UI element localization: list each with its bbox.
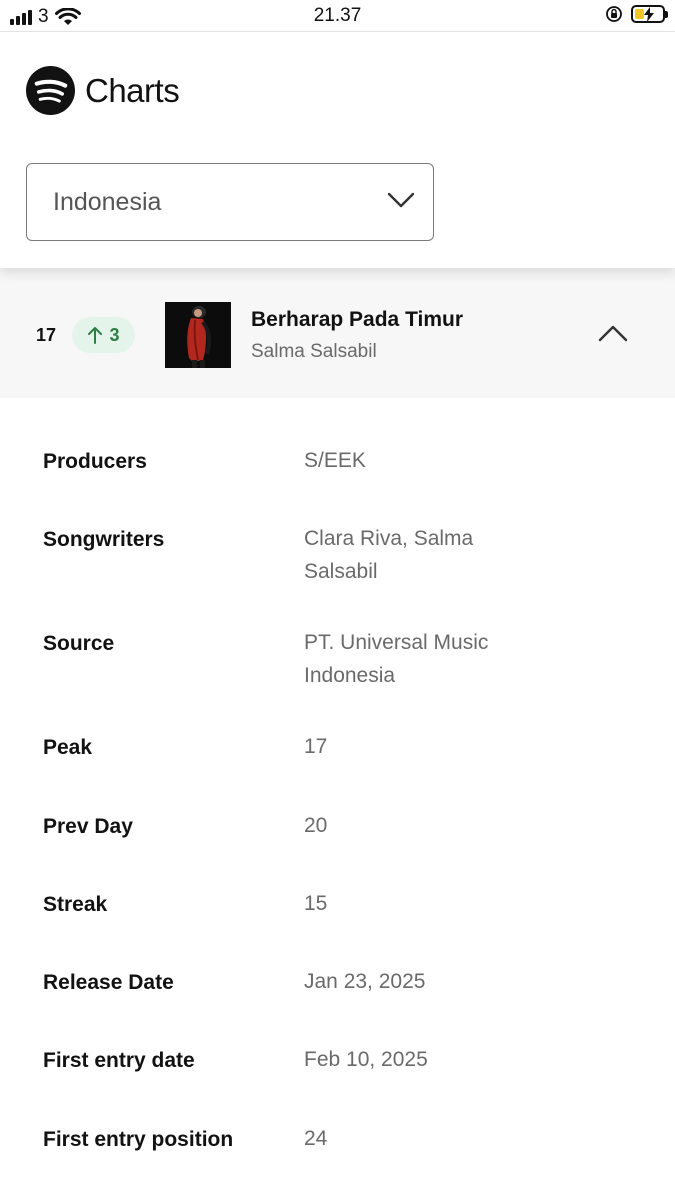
- track-artist: Salma Salsabil: [251, 341, 377, 362]
- album-cover: [165, 302, 231, 368]
- detail-value: 24: [304, 1127, 328, 1150]
- detail-label: Peak: [43, 736, 93, 759]
- detail-label: Producers: [43, 450, 147, 473]
- spotify-logo-icon: [26, 66, 75, 115]
- country-select[interactable]: Indonesia: [26, 163, 434, 241]
- status-time: 21.37: [313, 5, 362, 26]
- chevron-down-icon: [387, 192, 415, 208]
- charts-header: Charts Indonesia: [0, 32, 675, 268]
- country-select-value: Indonesia: [53, 188, 162, 216]
- rank-change-badge: 3: [72, 317, 135, 353]
- detail-label: First entry position: [43, 1128, 234, 1151]
- detail-label: Release Date: [43, 971, 174, 994]
- status-bar-right: [605, 5, 668, 23]
- detail-value: Clara Riva, Salma Salsabil: [304, 527, 474, 583]
- detail-label: Source: [43, 632, 115, 655]
- detail-label: First entry date: [43, 1049, 195, 1072]
- battery-icon: [631, 5, 668, 23]
- chart-track-row[interactable]: 17 3 Berharap Pada Timur Salma Salsabil: [0, 268, 675, 398]
- rank-change-value: 3: [109, 324, 120, 345]
- brand-title: Charts: [85, 71, 180, 109]
- detail-value: S/EEK: [304, 449, 366, 472]
- track-title: Berharap Pada Timur: [251, 308, 464, 331]
- brand-logo-link[interactable]: Charts: [26, 66, 180, 115]
- detail-value: PT. Universal Music Indonesia: [304, 631, 489, 687]
- status-bar: 3 21.37: [0, 0, 675, 32]
- detail-value: 15: [304, 892, 328, 915]
- track-details: Producers S/EEK Songwriters Clara Riva, …: [0, 398, 675, 1200]
- detail-label: Songwriters: [43, 528, 165, 551]
- chevron-up-icon[interactable]: [598, 324, 628, 344]
- detail-value: 17: [304, 735, 328, 758]
- detail-value: Feb 10, 2025: [304, 1048, 428, 1071]
- detail-label: Prev Day: [43, 815, 133, 838]
- detail-label: Streak: [43, 893, 108, 916]
- orientation-lock-icon: [606, 6, 622, 22]
- track-rank: 17: [36, 325, 57, 345]
- detail-value: 20: [304, 814, 328, 837]
- arrow-up-icon: [88, 327, 103, 344]
- detail-value: Jan 23, 2025: [304, 970, 426, 993]
